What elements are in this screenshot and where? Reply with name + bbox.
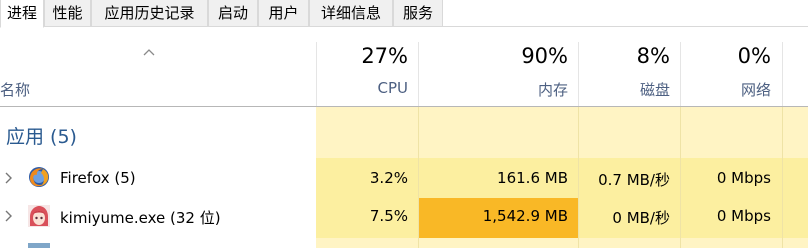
tab-bar: 进程 性能 应用历史记录 启动 用户 详细信息 服务: [0, 0, 808, 28]
grid-line: [680, 107, 681, 248]
tab-details[interactable]: 详细信息: [309, 0, 393, 27]
column-header-memory[interactable]: 内存: [538, 79, 568, 100]
tab-startup[interactable]: 启动: [208, 0, 258, 27]
sort-ascending-icon[interactable]: [143, 48, 155, 56]
header-divider: [0, 106, 808, 107]
next-row-icon: [28, 243, 50, 248]
anime-avatar-icon: [28, 205, 50, 227]
tab-app-history[interactable]: 应用历史记录: [91, 0, 208, 27]
column-divider[interactable]: [782, 42, 783, 106]
column-divider[interactable]: [316, 42, 317, 106]
process-cpu: 7.5%: [369, 207, 408, 225]
process-disk: 0.7 MB/秒: [598, 171, 670, 189]
process-cpu: 3.2%: [369, 169, 408, 187]
column-header-network[interactable]: 网络: [741, 79, 771, 100]
network-total-percent: 0%: [737, 44, 771, 68]
process-name[interactable]: Firefox (5): [60, 169, 136, 187]
tab-performance[interactable]: 性能: [44, 0, 91, 27]
process-network: 0 Mbps: [716, 169, 771, 187]
process-name[interactable]: kimiyume.exe (32 位): [60, 207, 221, 228]
firefox-icon: [29, 167, 49, 187]
column-divider[interactable]: [578, 42, 579, 106]
process-memory: 1,542.9 MB: [482, 207, 568, 225]
group-title-apps[interactable]: 应用 (5): [6, 122, 77, 149]
tab-services[interactable]: 服务: [393, 0, 443, 27]
process-network: 0 Mbps: [716, 207, 771, 225]
disk-total-percent: 8%: [636, 44, 670, 68]
column-divider[interactable]: [418, 42, 419, 106]
row-heat-next: [316, 238, 808, 248]
chevron-right-icon[interactable]: [4, 172, 12, 184]
process-memory: 161.6 MB: [497, 169, 568, 187]
grid-line: [578, 107, 579, 248]
grid-line: [418, 107, 419, 248]
chevron-right-icon[interactable]: [4, 210, 12, 222]
group-header-heat: [316, 107, 808, 158]
column-header-name[interactable]: 名称: [0, 79, 30, 100]
tab-users[interactable]: 用户: [258, 0, 309, 27]
task-manager-window: 进程 性能 应用历史记录 启动 用户 详细信息 服务 名称 27% CPU 90…: [0, 0, 808, 248]
grid-line: [782, 107, 783, 248]
tab-processes[interactable]: 进程: [0, 0, 44, 28]
process-disk: 0 MB/秒: [612, 209, 670, 227]
cpu-total-percent: 27%: [361, 44, 408, 68]
memory-total-percent: 90%: [521, 44, 568, 68]
column-header-cpu[interactable]: CPU: [378, 79, 409, 97]
column-header-disk[interactable]: 磁盘: [640, 79, 670, 100]
column-divider[interactable]: [680, 42, 681, 106]
